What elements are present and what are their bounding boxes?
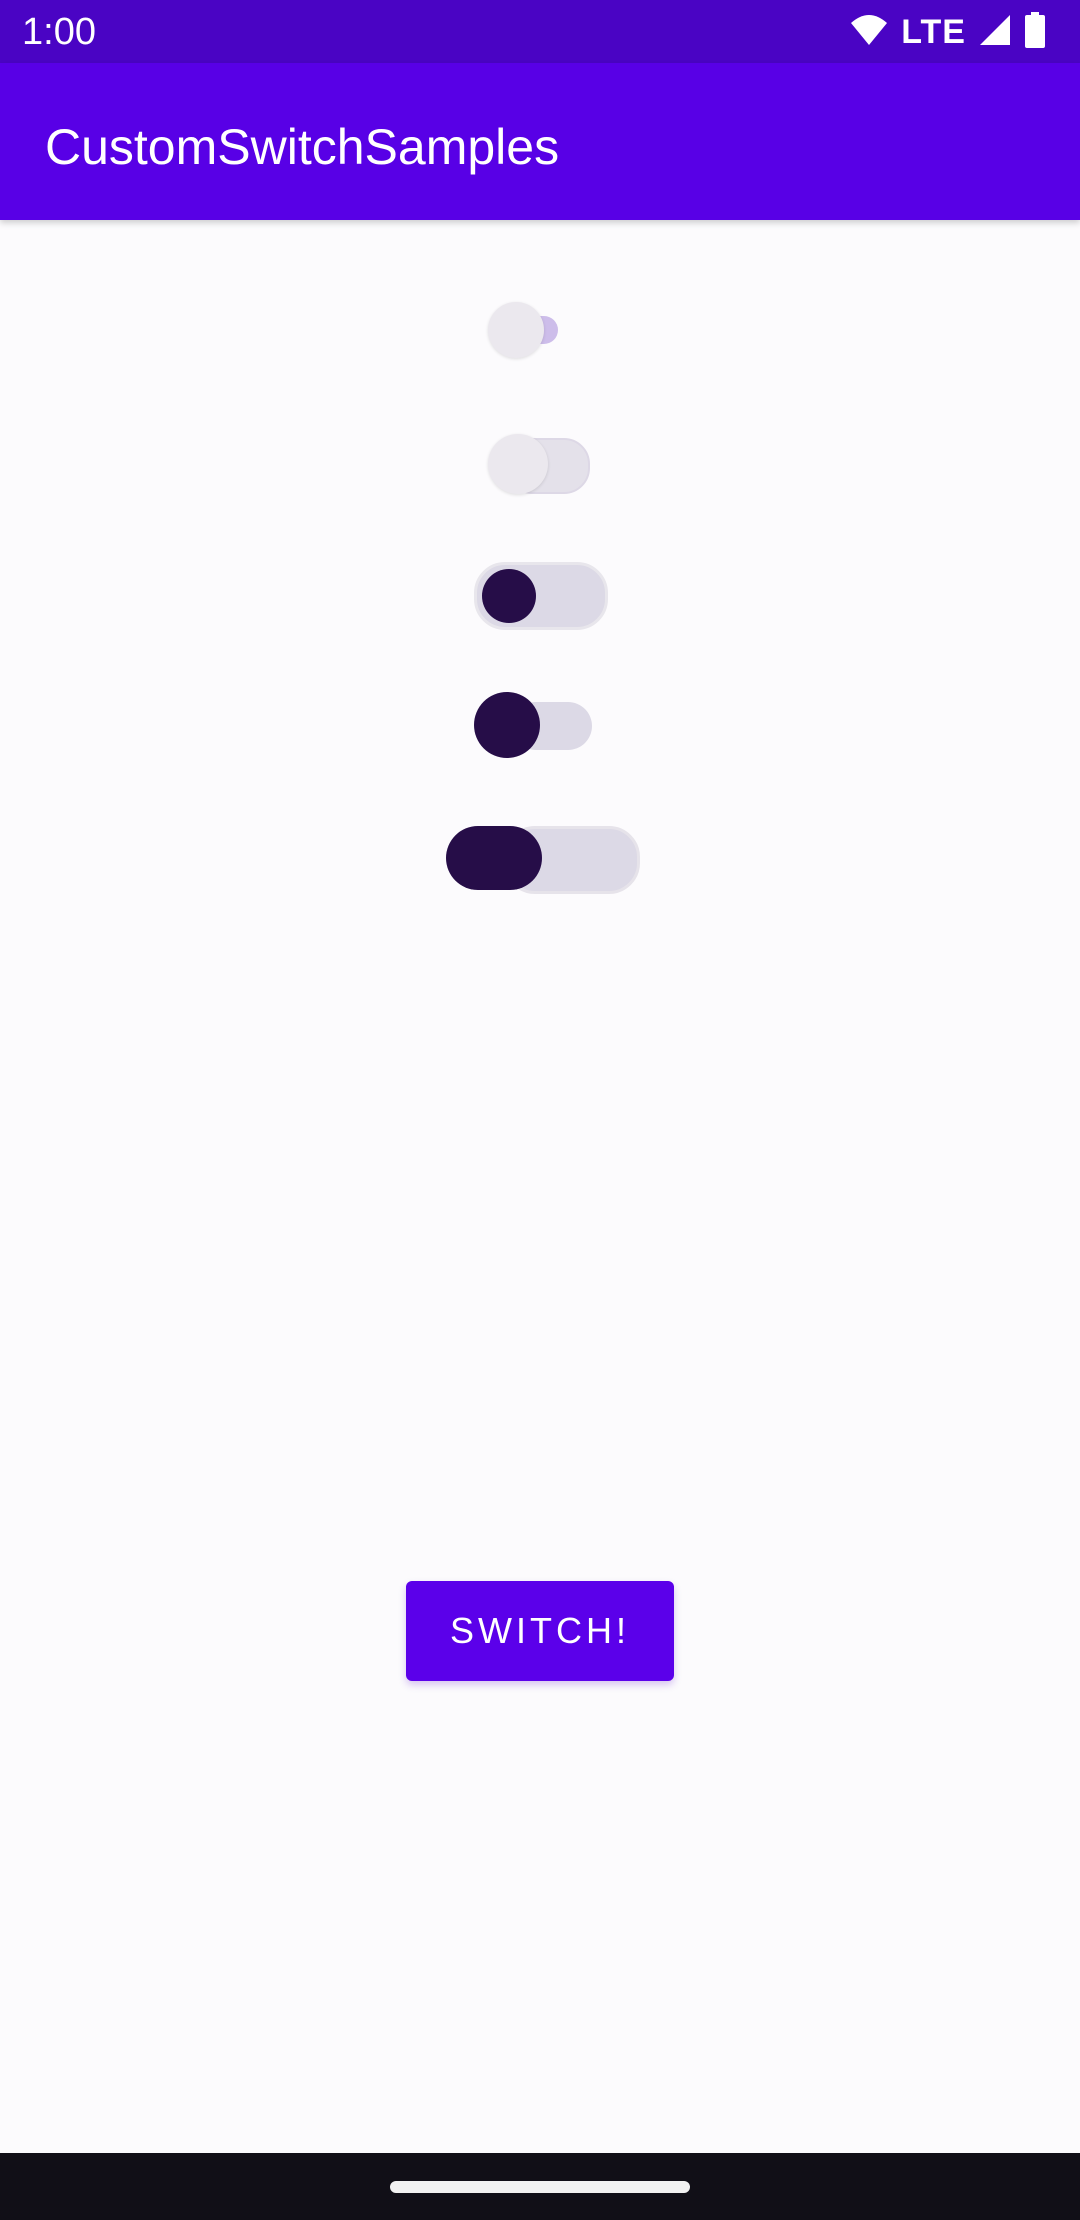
signal-icon [978,13,1012,52]
switch-thumb [474,692,540,758]
switch-5[interactable] [444,822,640,894]
switch-button[interactable]: SWITCH! [406,1581,674,1681]
app-bar: CustomSwitchSamples [0,63,1080,220]
status-time: 1:00 [22,11,96,53]
switch-4[interactable] [472,690,602,762]
app-title: CustomSwitchSamples [45,119,560,175]
switch-1[interactable] [484,300,574,362]
wifi-icon [849,13,889,52]
switch-thumb [482,569,536,623]
network-type-label: LTE [901,13,966,51]
switch-3[interactable] [470,558,610,630]
status-icons: LTE [849,11,1046,53]
status-bar: 1:00 LTE [0,0,1080,63]
switch-thumb [446,826,542,890]
switch-2[interactable] [486,428,590,498]
battery-icon [1024,11,1046,53]
app-screen: 1:00 LTE CustomSwitchSamples SWITCH! [0,0,1080,2220]
switch-thumb [488,302,544,358]
navigation-bar [0,2153,1080,2220]
switch-thumb [488,434,548,494]
home-gesture-handle[interactable] [390,2181,690,2193]
